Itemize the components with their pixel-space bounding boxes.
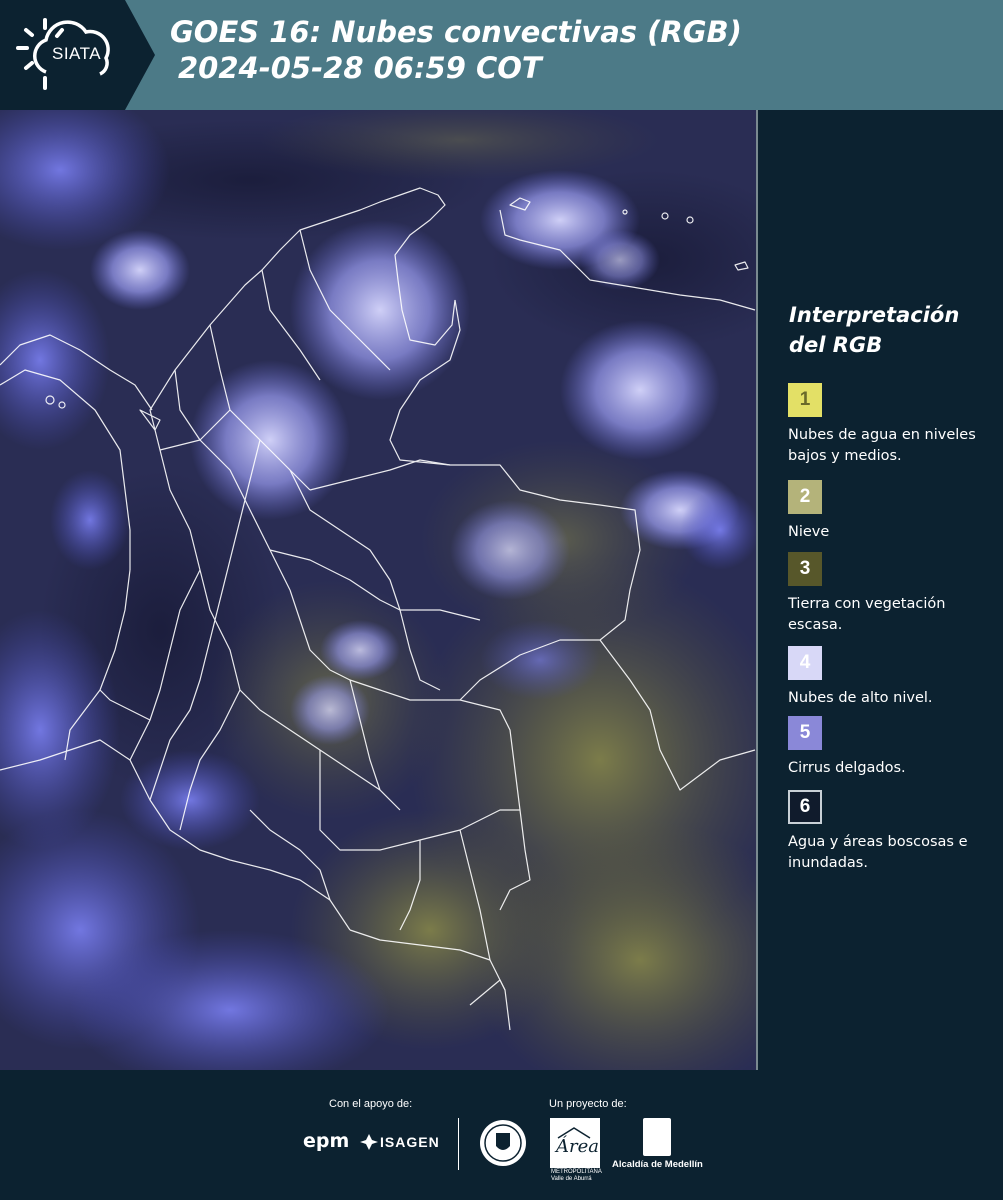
area-metropolitana-text: METROPOLITANA Valle de Aburrá [551, 1169, 602, 1183]
legend-item: 5 Cirrus delgados. [788, 716, 998, 779]
area-text-2: Valle de Aburrá [551, 1176, 592, 1182]
legend-item: 6 Agua y áreas boscosas e inundadas. [788, 790, 998, 874]
isagen-icon [360, 1134, 378, 1150]
legend-swatch: 1 [788, 383, 822, 417]
legend-item: 4 Nubes de alto nivel. [788, 646, 998, 709]
legend-item: 2 Nieve [788, 480, 998, 543]
footer: Con el apoyo de: Un proyecto de: epm ISA… [0, 1070, 1003, 1200]
satellite-map [0, 110, 758, 1070]
legend-swatch: 5 [788, 716, 822, 750]
legend-label: Agua y áreas boscosas e inundadas. [788, 834, 968, 871]
legend-swatch: 4 [788, 646, 822, 680]
area-logo-text: Área [554, 1134, 599, 1157]
legend-title: Interpretación del RGB [789, 303, 960, 357]
legend-label: Nubes de agua en niveles bajos y medios. [788, 427, 976, 464]
title-line-2: 2024-05-28 06:59 COT [178, 51, 542, 85]
legend-label: Cirrus delgados. [788, 760, 906, 776]
legend-panel: Interpretación del RGB 1 Nubes de agua en… [760, 110, 1003, 1070]
siata-logo: SIATA [0, 0, 155, 110]
header-bar: SIATA GOES 16: Nubes convectivas (RGB) 2… [0, 0, 1003, 110]
legend-label: Nieve [788, 524, 830, 540]
page-title: GOES 16: Nubes convectivas (RGB) 2024-05… [170, 14, 742, 86]
epm-logo: epm [303, 1130, 350, 1152]
legend-label: Tierra con vegetación escasa. [788, 596, 946, 633]
area-text-1: METROPOLITANA [551, 1169, 602, 1175]
legend-swatch: 6 [788, 790, 822, 824]
legend-label: Nubes de alto nivel. [788, 690, 933, 706]
legend-swatch: 2 [788, 480, 822, 514]
legend-item: 3 Tierra con vegetación escasa. [788, 552, 998, 636]
alcaldia-shield-icon [643, 1118, 671, 1156]
alcaldia-medellin-logo: Alcaldía de Medellín [612, 1159, 703, 1170]
footer-divider [458, 1118, 459, 1170]
isagen-logo: ISAGEN [380, 1134, 440, 1150]
legend-swatch: 3 [788, 552, 822, 586]
legend-item: 1 Nubes de agua en niveles bajos y medios… [788, 383, 998, 467]
project-label: Un proyecto de: [549, 1098, 627, 1110]
title-line-1: GOES 16: Nubes convectivas (RGB) [170, 15, 742, 49]
siata-logo-text: SIATA [52, 44, 102, 63]
area-metropolitana-logo: Área [550, 1118, 600, 1168]
medellin-seal-icon [480, 1120, 526, 1166]
support-label: Con el apoyo de: [329, 1098, 413, 1110]
